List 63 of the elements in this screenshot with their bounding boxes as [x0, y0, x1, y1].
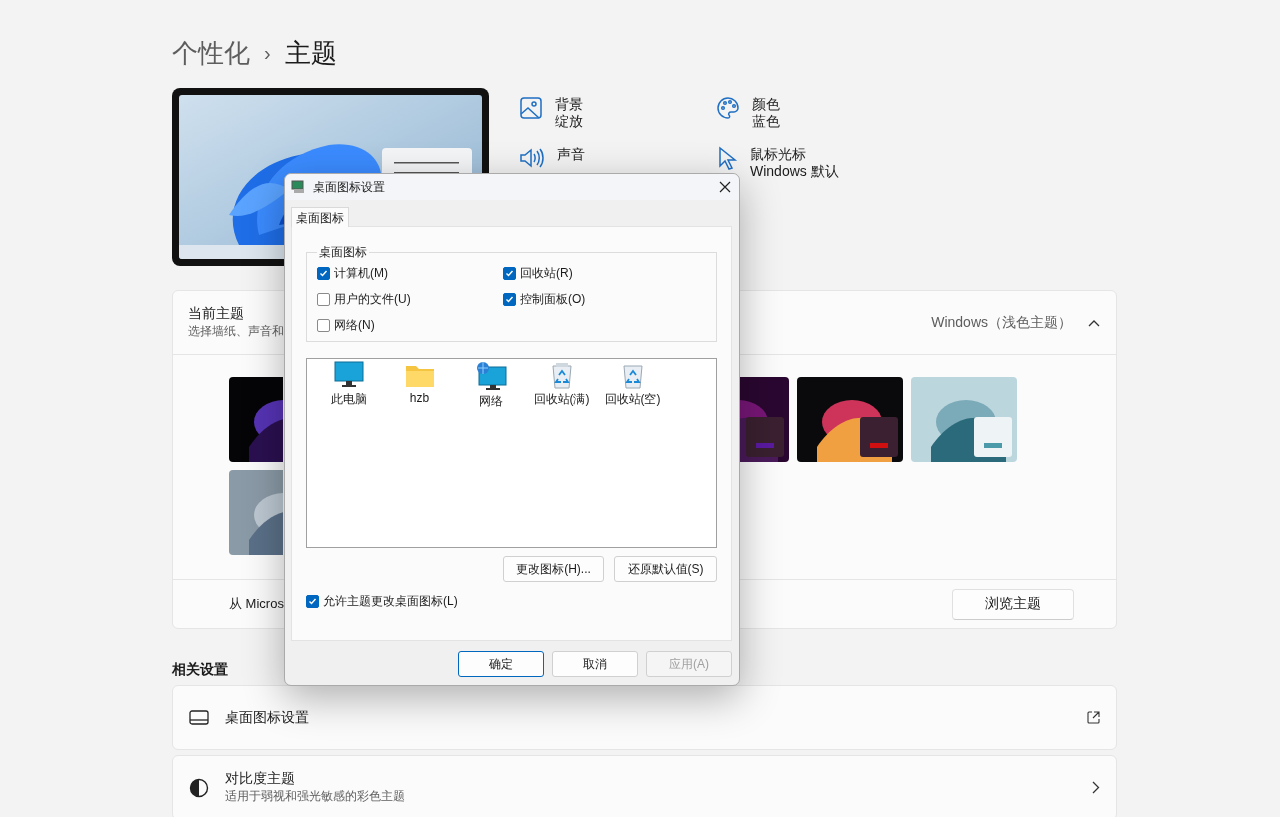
- section-title: 当前主题: [188, 305, 245, 323]
- row-title: 对比度主题: [225, 770, 296, 788]
- checkbox[interactable]: [503, 292, 516, 306]
- setting-value: Windows 默认: [750, 163, 839, 180]
- icon-label[interactable]: 此电脑: [330, 391, 367, 408]
- dialog-button[interactable]: 确定: [458, 651, 544, 677]
- setting-label[interactable]: 背景: [555, 96, 583, 113]
- browse-themes-button[interactable]: 浏览主题: [952, 588, 1074, 620]
- chevron-right-icon: [1092, 781, 1100, 794]
- group-title: 桌面图标: [318, 244, 368, 261]
- external-link-icon: [1087, 711, 1100, 724]
- dialog-button[interactable]: 取消: [552, 651, 638, 677]
- current-theme-name: Windows（浅色主题）: [931, 313, 1072, 332]
- recycle-bin-icon: [549, 361, 574, 389]
- settings-row[interactable]: 对比度主题 适用于弱视和强光敏感的彩色主题: [172, 755, 1117, 817]
- speaker-icon: [519, 146, 545, 170]
- restore-default-button[interactable]: 还原默认值(S): [614, 556, 717, 582]
- contrast-icon: [189, 777, 209, 798]
- settings-row[interactable]: 桌面图标设置: [172, 685, 1117, 750]
- store-text: 从 Micros: [229, 595, 284, 613]
- section-subtitle: 选择墙纸、声音和: [188, 323, 284, 340]
- checkbox[interactable]: [306, 594, 319, 608]
- row-title: 桌面图标设置: [225, 708, 310, 727]
- cursor-icon: [716, 146, 738, 170]
- checkbox[interactable]: [503, 266, 516, 280]
- section-title: 相关设置: [172, 661, 228, 679]
- monitor-icon: [333, 361, 364, 389]
- row-subtitle: 适用于弱视和强光敏感的彩色主题: [225, 788, 406, 805]
- setting-label[interactable]: 声音: [557, 146, 585, 163]
- icon-label[interactable]: hzb: [409, 391, 430, 405]
- checkmark-icon: [308, 596, 317, 606]
- palette-icon: [716, 96, 740, 120]
- chevron-up-icon[interactable]: [1088, 318, 1100, 327]
- checkbox[interactable]: [317, 292, 330, 306]
- icon-label[interactable]: 网络: [478, 393, 503, 410]
- checkbox-label[interactable]: 用户的文件(U): [334, 290, 411, 308]
- tab[interactable]: 桌面图标: [291, 207, 349, 227]
- checkbox[interactable]: [317, 318, 330, 332]
- checkmark-icon: [505, 268, 514, 278]
- breadcrumb-parent[interactable]: 个性化: [172, 35, 250, 71]
- monitor-icon: [189, 709, 209, 726]
- checkbox-label[interactable]: 计算机(M): [334, 264, 388, 282]
- setting-label[interactable]: 颜色: [752, 96, 780, 113]
- breadcrumb-separator: ›: [264, 41, 271, 65]
- network-monitor-icon: [474, 361, 507, 391]
- checkmark-icon: [319, 268, 328, 278]
- close-icon[interactable]: [719, 181, 731, 193]
- page-title: 主题: [284, 36, 337, 70]
- desktop-settings-icon: [291, 180, 305, 194]
- checkbox-label[interactable]: 控制面板(O): [520, 290, 586, 308]
- setting-value: 蓝色: [752, 113, 780, 130]
- icon-label[interactable]: 回收站(空): [604, 391, 661, 408]
- checkmark-icon: [505, 294, 514, 304]
- setting-value: 绽放: [555, 113, 583, 130]
- checkbox-label[interactable]: 回收站(R): [520, 264, 573, 282]
- checkbox-label[interactable]: 允许主题更改桌面图标(L): [323, 592, 458, 610]
- icon-label[interactable]: 回收站(满): [533, 391, 590, 408]
- checkbox[interactable]: [317, 266, 330, 280]
- dialog-title: 桌面图标设置: [313, 178, 386, 196]
- checkbox-label[interactable]: 网络(N): [334, 316, 375, 334]
- change-icon-button[interactable]: 更改图标(H)...: [503, 556, 604, 582]
- setting-label[interactable]: 鼠标光标: [750, 146, 839, 163]
- image-icon: [519, 96, 543, 120]
